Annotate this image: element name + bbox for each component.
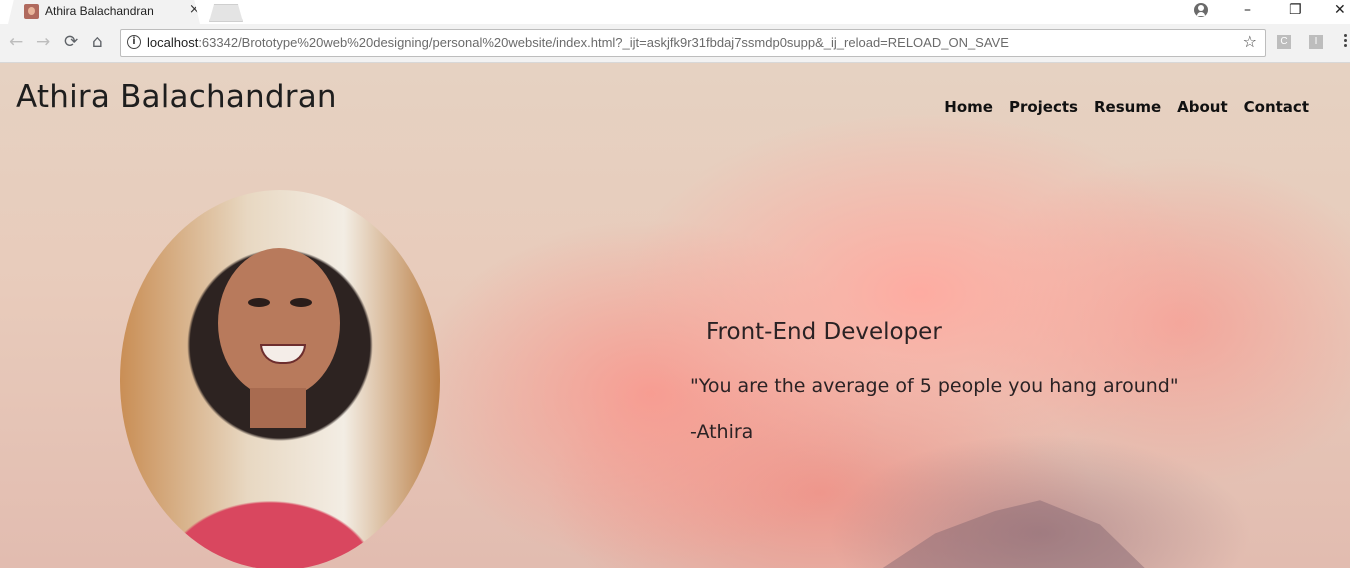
address-bar[interactable]: i localhost:63342/Brototype%20web%20desi… bbox=[120, 29, 1266, 57]
restore-button[interactable]: ❐ bbox=[1289, 2, 1302, 18]
site-title: Athira Balachandran bbox=[16, 79, 337, 115]
photo-eye-right bbox=[290, 298, 312, 307]
main-nav: Home Projects Resume About Contact bbox=[944, 98, 1309, 116]
new-tab-button[interactable] bbox=[209, 4, 243, 22]
back-button[interactable]: ← bbox=[9, 32, 23, 52]
hero-quote: "You are the average of 5 people you han… bbox=[690, 375, 1179, 397]
mountain-background bbox=[860, 500, 1160, 568]
url-host: localhost bbox=[147, 35, 199, 50]
nav-home[interactable]: Home bbox=[944, 98, 993, 116]
url-path: :63342/Brototype%20web%20designing/perso… bbox=[198, 35, 1009, 50]
photo-face bbox=[218, 248, 340, 398]
extension-c-icon[interactable]: C bbox=[1277, 35, 1291, 49]
page-viewport: Athira Balachandran Home Projects Resume… bbox=[0, 63, 1350, 568]
more-menu-icon[interactable] bbox=[1344, 33, 1348, 51]
nav-contact[interactable]: Contact bbox=[1244, 98, 1309, 116]
hero-quote-author: -Athira bbox=[690, 421, 754, 443]
nav-projects[interactable]: Projects bbox=[1009, 98, 1078, 116]
browser-tab[interactable]: Athira Balachandran × bbox=[8, 0, 200, 24]
browser-tab-strip: Athira Balachandran × – ❐ ✕ bbox=[0, 0, 1350, 24]
photo-eye-left bbox=[248, 298, 270, 307]
tab-title: Athira Balachandran bbox=[45, 4, 154, 18]
favicon-icon bbox=[24, 4, 39, 19]
browser-toolbar: ← → ⟳ ⌂ i localhost:63342/Brototype%20we… bbox=[0, 24, 1350, 63]
reload-button[interactable]: ⟳ bbox=[64, 32, 78, 52]
info-icon[interactable]: i bbox=[127, 35, 141, 49]
nav-about[interactable]: About bbox=[1177, 98, 1228, 116]
forward-button[interactable]: → bbox=[36, 32, 50, 52]
profile-photo bbox=[120, 190, 440, 568]
home-button[interactable]: ⌂ bbox=[92, 32, 103, 52]
minimize-button[interactable]: – bbox=[1244, 2, 1251, 18]
extension-i-icon[interactable]: I bbox=[1309, 35, 1323, 49]
photo-neck bbox=[250, 388, 306, 428]
close-tab-icon[interactable]: × bbox=[189, 2, 200, 17]
close-window-button[interactable]: ✕ bbox=[1334, 2, 1346, 18]
url-text[interactable]: localhost:63342/Brototype%20web%20design… bbox=[147, 35, 1009, 50]
bookmark-star-icon[interactable]: ☆ bbox=[1243, 32, 1257, 51]
hero-headline: Front-End Developer bbox=[706, 319, 942, 345]
nav-resume[interactable]: Resume bbox=[1094, 98, 1161, 116]
profile-icon[interactable] bbox=[1194, 3, 1208, 17]
